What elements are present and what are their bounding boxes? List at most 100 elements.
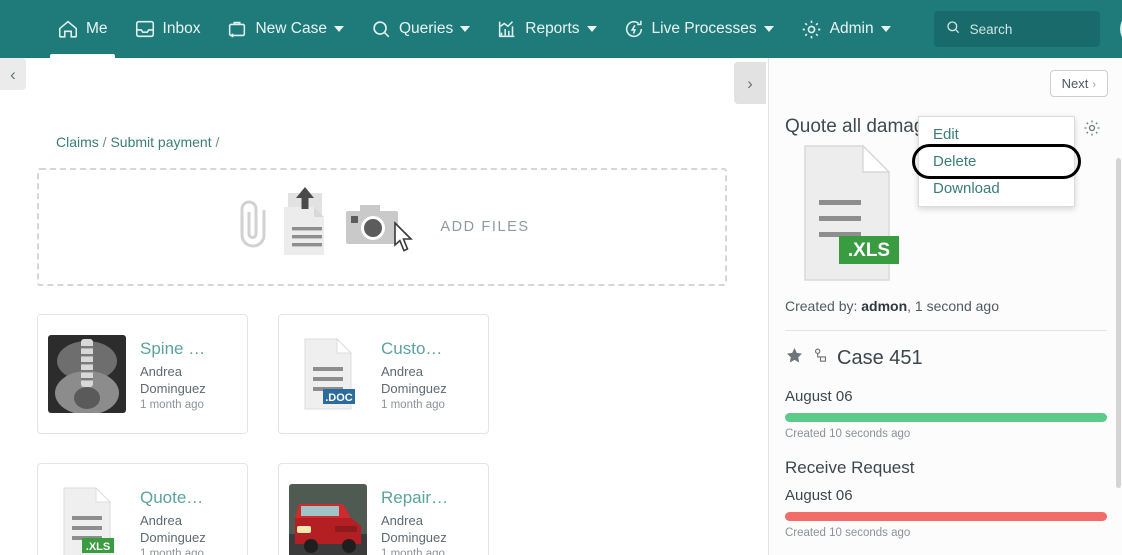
svg-text:.XLS: .XLS (86, 541, 110, 553)
timeline-note: Created 10 seconds ago (785, 527, 911, 539)
star-icon[interactable] (785, 346, 804, 370)
timeline-entry: August 06 Created 10 seconds ago (785, 388, 1107, 440)
file-card[interactable]: .DOC Custo… Andrea Dominguez 1 month ago (278, 314, 489, 434)
svg-text:.DOC: .DOC (325, 392, 353, 404)
nav-item-queries[interactable]: Queries (357, 0, 483, 58)
nav-item-new-case[interactable]: New Case (213, 0, 357, 58)
add-files-dropzone[interactable]: ADD FILES (37, 168, 727, 286)
chevron-down-icon (586, 26, 597, 32)
created-by-user: admon (861, 298, 908, 314)
nav-item-reports[interactable]: Reports (483, 0, 609, 58)
created-by-text: Created by: admon, 1 second ago (785, 298, 999, 314)
nav-item-label: Reports (525, 20, 580, 37)
context-menu-item-delete[interactable]: Delete (912, 144, 1081, 179)
nav-item-label: Inbox (162, 20, 201, 37)
timeline-progress-bar (785, 512, 1107, 521)
right-pane-scrollbar[interactable] (1116, 158, 1121, 488)
left-content-pane: Claims / Submit payment / ADD FILES Spin… (0, 58, 768, 555)
file-card[interactable]: Spine … Andrea Dominguez 1 month ago (37, 314, 248, 434)
divider (785, 330, 1107, 331)
search-icon (370, 18, 392, 40)
gear-icon (1082, 120, 1102, 142)
file-card-time: 1 month ago (140, 547, 204, 555)
file-card-author: Andrea Dominguez (381, 512, 447, 545)
timeline-note: Created 10 seconds ago (785, 428, 911, 440)
chevron-down-icon (333, 26, 344, 32)
chart-icon (496, 18, 518, 40)
chevron-left-icon: ‹ (10, 64, 16, 84)
chevron-down-icon (460, 26, 471, 32)
breadcrumb-separator: / (102, 134, 107, 150)
breadcrumb-item-submit-payment[interactable]: Submit payment (110, 134, 211, 150)
nav-item-label: Queries (398, 20, 454, 37)
file-card-grid: Spine … Andrea Dominguez 1 month ago .DO… (37, 314, 729, 555)
file-card-author: Andrea Dominguez (381, 363, 447, 396)
nav-item-live-processes[interactable]: Live Processes (610, 0, 787, 58)
search-icon (945, 19, 961, 40)
add-files-label: ADD FILES (440, 219, 530, 235)
next-button-label: Next (1061, 76, 1089, 91)
paperclip-icon (234, 196, 274, 259)
chevron-right-icon: › (1092, 79, 1096, 91)
sitemap-icon (812, 347, 829, 369)
top-navigation-bar: Me Inbox New Case Queries Reports Live P… (0, 0, 1122, 58)
briefcase-plus-icon (226, 18, 248, 40)
chevron-down-icon (763, 26, 774, 32)
nav-items: Me Inbox New Case Queries Reports Live P… (44, 0, 1122, 58)
nav-item-inbox[interactable]: Inbox (121, 0, 214, 58)
document-preview[interactable]: .XLS (785, 142, 903, 289)
file-card[interactable]: .XLS Quote… Andrea Dominguez 1 month ago (37, 463, 248, 555)
breadcrumb: Claims / Submit payment / (56, 134, 219, 150)
file-card-meta: Spine … Andrea Dominguez 1 month ago (140, 338, 237, 411)
nav-item-label: Admin (829, 20, 874, 37)
file-card-author: Andrea Dominguez (140, 363, 206, 396)
cursor-icon (392, 220, 418, 258)
file-card-title[interactable]: Quote… (140, 487, 237, 509)
right-detail-pane: Next › Quote all damag Edit Delete Downlo… (768, 58, 1122, 555)
context-menu: Edit Delete Download (912, 116, 1081, 207)
file-card-meta: Quote… Andrea Dominguez 1 month ago (140, 487, 237, 555)
timeline-progress-bar (785, 413, 1107, 422)
settings-gear-button[interactable] (1082, 118, 1102, 143)
timeline-date: August 06 (785, 388, 853, 405)
file-card-title[interactable]: Custo… (381, 338, 478, 360)
timeline-entry: Receive Request August 06 Created 10 sec… (785, 458, 1107, 539)
nav-item-label: Live Processes (651, 20, 757, 37)
created-by-prefix: Created by: (785, 298, 858, 314)
svg-text:.XLS: .XLS (848, 240, 890, 261)
timeline-heading: Receive Request (785, 458, 915, 477)
file-card-meta: Repair… Andrea Dominguez 1 month ago (381, 487, 478, 555)
document-title: Quote all damag (785, 116, 925, 137)
chevron-down-icon (880, 26, 891, 32)
nav-item-me[interactable]: Me (44, 0, 121, 58)
nav-item-label: Me (86, 20, 108, 37)
collapse-sidebar-button[interactable]: ‹ (0, 58, 26, 90)
case-title: Case 451 (837, 346, 923, 369)
file-card-title[interactable]: Spine … (140, 338, 237, 360)
file-card-time: 1 month ago (381, 398, 445, 411)
context-menu-item-download[interactable]: Download (919, 175, 1074, 202)
document-upload-icon (270, 185, 342, 270)
file-card[interactable]: Repair… Andrea Dominguez 1 month ago (278, 463, 489, 555)
inbox-icon (134, 18, 156, 40)
file-card-author: Andrea Dominguez (140, 512, 206, 545)
created-by-suffix: , 1 second ago (907, 298, 1000, 314)
next-button[interactable]: Next › (1049, 70, 1108, 97)
xls-file-icon: .XLS (48, 484, 126, 555)
context-menu-item-edit[interactable]: Edit (919, 121, 1074, 148)
case-header: Case 451 (785, 346, 923, 370)
dropzone-graphics: ADD FILES (234, 185, 529, 270)
home-icon (57, 18, 79, 40)
gear-icon (800, 18, 823, 41)
file-card-title[interactable]: Repair… (381, 487, 478, 509)
search-input[interactable]: Search (933, 11, 1100, 47)
nav-item-label: New Case (255, 20, 327, 37)
breadcrumb-item-claims[interactable]: Claims (56, 134, 99, 150)
search-placeholder: Search (969, 21, 1013, 37)
chevron-right-icon: › (747, 73, 753, 93)
breadcrumb-separator: / (215, 134, 220, 150)
timeline-date: August 06 (785, 487, 853, 504)
nav-item-admin[interactable]: Admin (787, 0, 904, 58)
file-card-time: 1 month ago (381, 547, 445, 555)
expand-panel-button[interactable]: › (734, 62, 766, 104)
